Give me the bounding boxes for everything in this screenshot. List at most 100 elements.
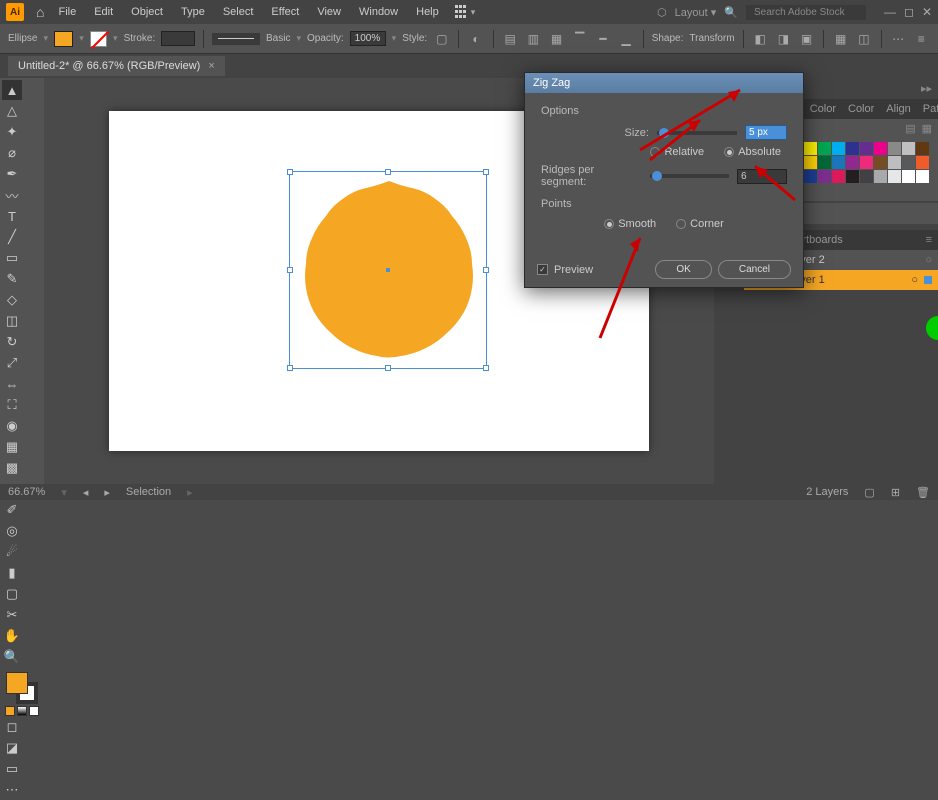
panel-menu-icon[interactable]: ≡ [913,30,930,48]
blend-tool[interactable]: ◎ [2,521,22,541]
new-layer-icon[interactable]: ⊞ [891,486,900,499]
scale-tool[interactable]: ⤢ [2,353,22,373]
swatch-color[interactable] [804,142,817,155]
symbol-sprayer-tool[interactable]: ☄ [2,542,22,562]
none-mode-icon[interactable] [29,706,39,716]
smooth-radio[interactable]: Smooth [604,218,656,230]
more-options-icon[interactable]: ⋯ [889,30,906,48]
column-graph-tool[interactable]: ▮ [2,563,22,583]
shape-button[interactable]: Shape: [652,33,684,44]
perspective-icon[interactable]: ▦ [832,30,849,48]
line-tool[interactable]: ╱ [2,227,22,247]
swatch-color[interactable] [860,170,873,183]
preview-checkbox[interactable]: ✓ [537,264,548,275]
menu-window[interactable]: Window [351,2,406,22]
ok-button[interactable]: OK [655,260,711,279]
eyedropper-tool[interactable]: ✐ [2,500,22,520]
swatch-color[interactable] [874,170,887,183]
slice-tool[interactable]: ✂ [2,605,22,625]
swatch-color[interactable] [832,170,845,183]
handle-bottom-mid[interactable] [385,365,391,371]
style-swatch[interactable]: ▢ [433,30,450,48]
color-mode-icon[interactable] [5,706,15,716]
menu-view[interactable]: View [309,2,349,22]
handle-bottom-right[interactable] [483,365,489,371]
swatch-color[interactable] [916,142,929,155]
magic-wand-tool[interactable]: ✦ [2,122,22,142]
menu-help[interactable]: Help [408,2,447,22]
maximize-icon[interactable]: ◻ [904,5,914,19]
artboard-nav-next-icon[interactable]: ▸ [104,486,110,499]
home-icon[interactable]: ⌂ [36,4,44,20]
cancel-button[interactable]: Cancel [718,260,791,279]
workspace-switcher[interactable]: Layout ▾ [675,6,717,19]
gpu-icon[interactable]: ⬡ [657,6,667,19]
layer-nav-icon[interactable]: ▢ [864,486,874,499]
swatch-color[interactable] [902,170,915,183]
ridges-slider[interactable] [650,174,729,178]
handle-mid-right[interactable] [483,267,489,273]
artboard-nav-prev-icon[interactable]: ◂ [83,486,89,499]
crop-icon[interactable]: ◫ [855,30,872,48]
size-slider[interactable] [657,131,737,135]
swatch-color[interactable] [818,142,831,155]
transform-button[interactable]: Transform [689,33,734,44]
align-center-icon[interactable]: ▥ [525,30,542,48]
swatch-color[interactable] [846,170,859,183]
handle-top-mid[interactable] [385,169,391,175]
align-middle-icon[interactable]: ━ [594,30,611,48]
opacity-input[interactable] [350,31,386,46]
absolute-radio[interactable]: Absolute [724,146,781,158]
edit-contents-icon[interactable]: ▣ [798,30,815,48]
rectangle-tool[interactable]: ▭ [2,248,22,268]
align-bottom-icon[interactable]: ▁ [618,30,635,48]
screen-mode-icon[interactable]: ▭ [2,759,22,779]
curvature-tool[interactable]: 〰 [2,185,22,205]
swatch-color[interactable] [818,170,831,183]
free-transform-tool[interactable]: ⛶ [2,395,22,415]
handle-top-left[interactable] [287,169,293,175]
menu-file[interactable]: File [50,2,84,22]
delete-layer-icon[interactable]: 🗑 [916,486,930,499]
hand-tool[interactable]: ✋ [2,626,22,646]
search-input[interactable]: Search Adobe Stock [746,5,866,20]
swatch-grid-icon[interactable]: ▦ [922,122,932,135]
menu-select[interactable]: Select [215,2,262,22]
lasso-tool[interactable]: ⌀ [2,143,22,163]
zoom-level[interactable]: 66.67% [8,486,45,498]
minimize-icon[interactable]: — [884,5,896,19]
document-tab[interactable]: Untitled-2* @ 66.67% (RGB/Preview) × [8,56,225,76]
expand-panels-icon[interactable]: ▸▸ [921,82,932,95]
draw-normal-icon[interactable]: ◻ [2,717,22,737]
stroke-weight-input[interactable] [161,31,195,46]
swatch-color[interactable] [846,156,859,169]
swatch-color[interactable] [832,156,845,169]
direct-selection-tool[interactable]: △ [2,101,22,121]
layers-panel-menu-icon[interactable]: ≡ [920,230,938,250]
type-tool[interactable]: T [2,206,22,226]
selection-bounding-box[interactable] [289,171,487,369]
tab-align[interactable]: Align [880,99,916,119]
tab-color[interactable]: Color [804,99,842,119]
align-top-icon[interactable]: ▔ [571,30,588,48]
layer-target-icon[interactable]: ○ [925,254,932,266]
ridges-input[interactable] [737,169,787,184]
corner-radio[interactable]: Corner [676,218,724,230]
paintbrush-tool[interactable]: ✎ [2,269,22,289]
swatch-color[interactable] [874,156,887,169]
shape-builder-tool[interactable]: ◉ [2,416,22,436]
tab-color-guide[interactable]: Color [842,99,880,119]
width-tool[interactable]: ⇔ [2,374,22,394]
size-input[interactable] [745,125,787,140]
fill-stroke-control[interactable] [6,672,38,704]
gradient-mode-icon[interactable] [17,706,27,716]
edit-toolbar-icon[interactable]: ⋯ [2,780,22,800]
align-right-icon[interactable]: ▦ [548,30,565,48]
close-icon[interactable]: ✕ [922,5,932,19]
isolate-icon[interactable]: ◧ [752,30,769,48]
swatch-color[interactable] [804,170,817,183]
swatch-color[interactable] [888,156,901,169]
layer-target-icon[interactable]: ○ [911,274,918,286]
handle-top-right[interactable] [483,169,489,175]
fill-swatch[interactable] [54,31,73,47]
